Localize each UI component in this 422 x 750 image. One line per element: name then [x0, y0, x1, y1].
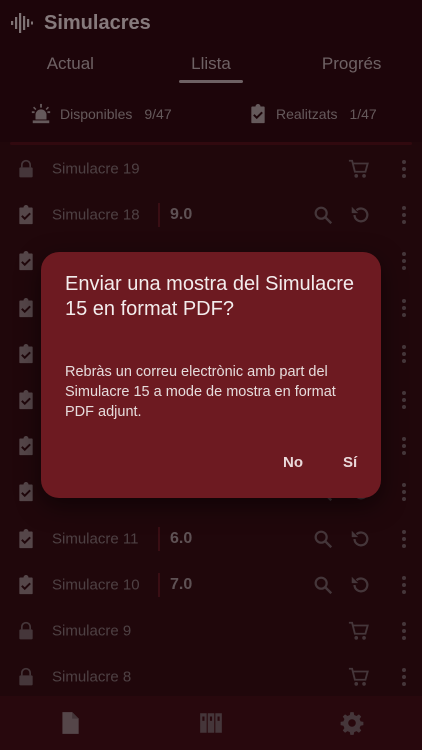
dialog-cancel-button[interactable]: No [283, 454, 303, 471]
dialog-body: Rebràs un correu electrònic amb part del… [65, 364, 336, 420]
dialog-title: Enviar una mostra del Simulacre 15 en fo… [65, 273, 355, 320]
send-sample-dialog: Enviar una mostra del Simulacre 15 en fo… [41, 252, 381, 498]
dialog-confirm-button[interactable]: Sí [343, 454, 357, 471]
